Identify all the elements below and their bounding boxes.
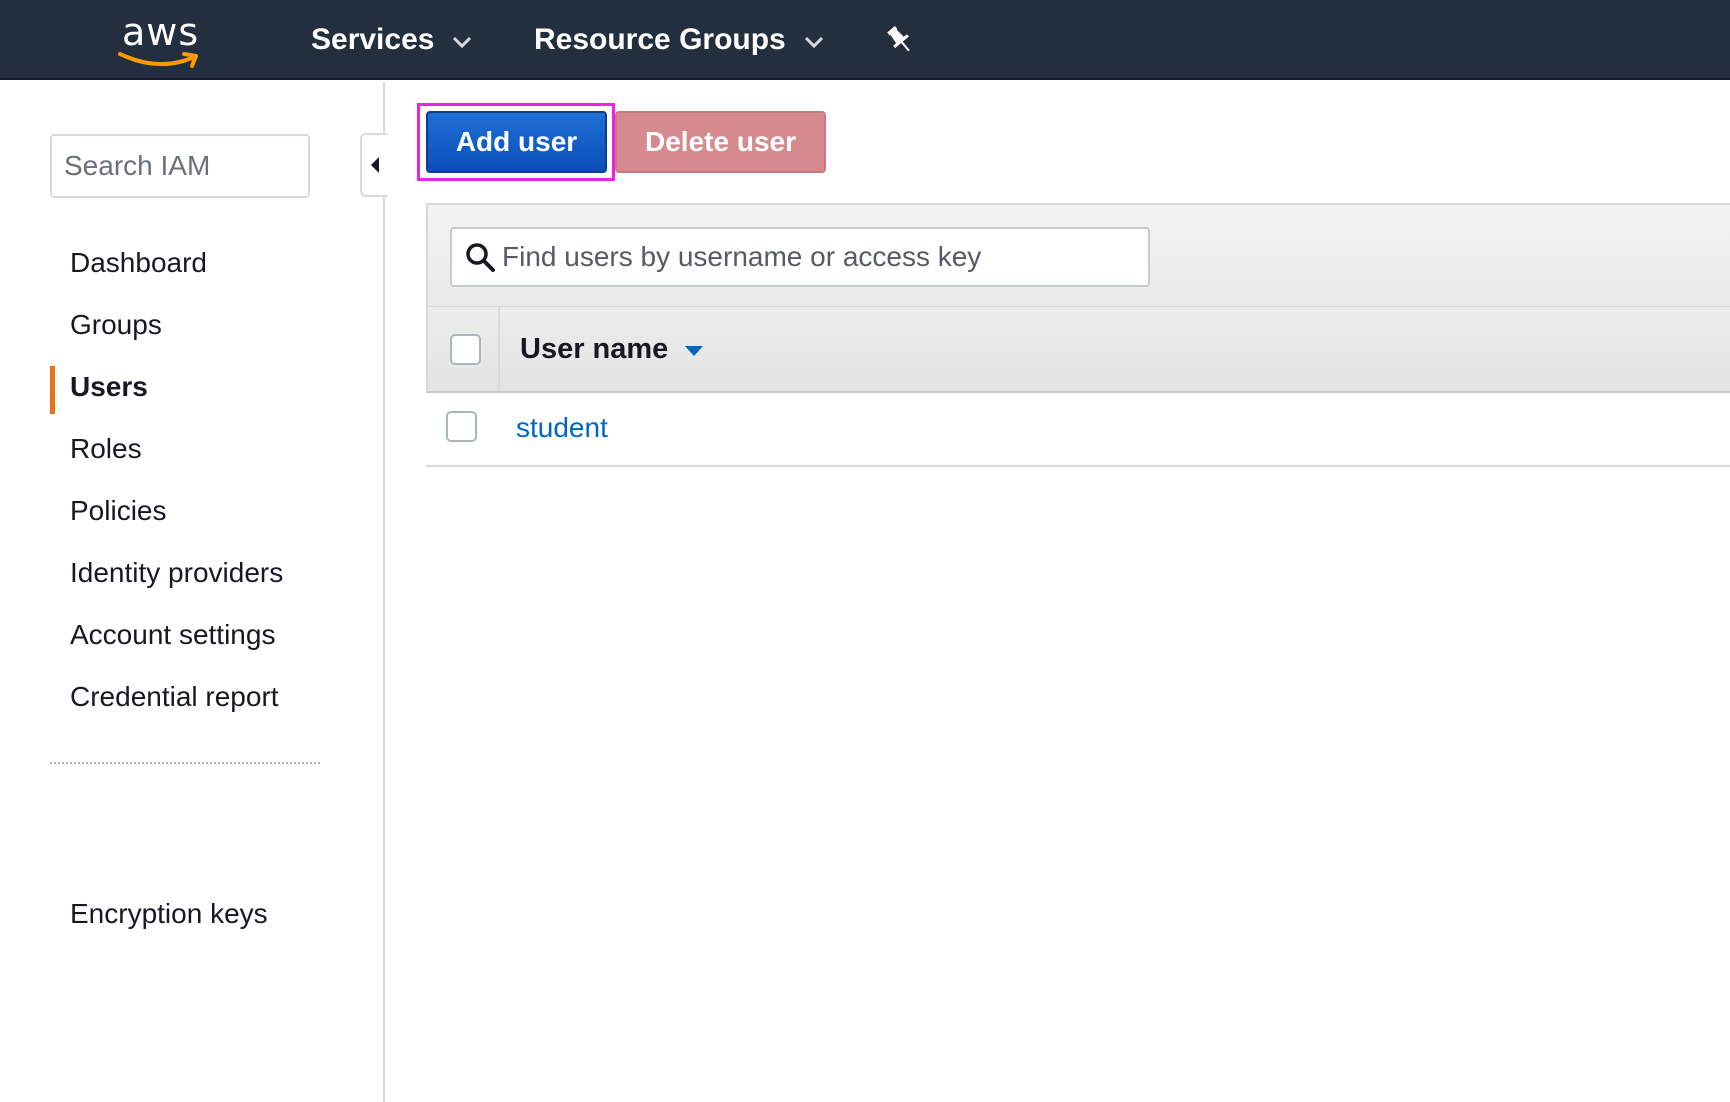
caret-left-icon (370, 157, 379, 173)
resource-groups-menu[interactable]: Resource Groups (534, 0, 824, 80)
sidebar-item-identity-providers[interactable]: Identity providers (50, 542, 350, 604)
pin-icon[interactable] (886, 24, 914, 56)
resource-groups-label: Resource Groups (534, 23, 786, 56)
column-header-label: User name (520, 332, 669, 365)
delete-user-button[interactable]: Delete user (615, 111, 826, 173)
column-header-user-name[interactable]: User name (520, 307, 704, 391)
search-icon (466, 243, 495, 272)
sidebar-item-dashboard[interactable]: Dashboard (50, 232, 350, 294)
top-navigation-bar: aws Services Resource Groups (0, 0, 1730, 80)
sidebar-item-credential-report[interactable]: Credential report (50, 666, 350, 728)
search-iam-input[interactable] (50, 134, 310, 198)
sidebar-item-encryption-keys[interactable]: Encryption keys (50, 883, 350, 945)
find-users-field[interactable] (450, 227, 1150, 287)
sidebar-divider (50, 762, 320, 764)
chevron-down-icon (453, 36, 472, 48)
sidebar-item-groups[interactable]: Groups (50, 294, 350, 356)
sort-descending-icon (685, 345, 704, 356)
select-all-checkbox[interactable] (450, 334, 481, 365)
user-name-link[interactable]: student (516, 393, 608, 463)
column-separator (498, 307, 500, 391)
table-header-row: User name (426, 307, 1730, 393)
chevron-down-icon (804, 36, 823, 48)
sidebar-bottom-section: Encryption keys (50, 883, 350, 945)
services-menu[interactable]: Services (311, 0, 472, 80)
row-checkbox[interactable] (446, 411, 477, 442)
find-users-input[interactable] (502, 229, 1142, 285)
services-label: Services (311, 23, 435, 56)
sidebar: Dashboard Groups Users Roles Policies Id… (0, 82, 385, 1102)
sidebar-nav: Dashboard Groups Users Roles Policies Id… (50, 232, 350, 728)
aws-smile-icon (118, 52, 198, 68)
sidebar-item-users[interactable]: Users (50, 356, 350, 418)
table-filter-bar (426, 203, 1730, 307)
aws-logo[interactable]: aws (118, 10, 208, 70)
users-table: User name student (426, 203, 1730, 467)
sidebar-item-roles[interactable]: Roles (50, 418, 350, 480)
sidebar-collapse-button[interactable] (360, 133, 387, 197)
sidebar-item-account-settings[interactable]: Account settings (50, 604, 350, 666)
aws-logo-text: aws (122, 10, 200, 54)
add-user-button[interactable]: Add user (426, 111, 607, 173)
table-row[interactable]: student (426, 393, 1730, 467)
sidebar-item-policies[interactable]: Policies (50, 480, 350, 542)
